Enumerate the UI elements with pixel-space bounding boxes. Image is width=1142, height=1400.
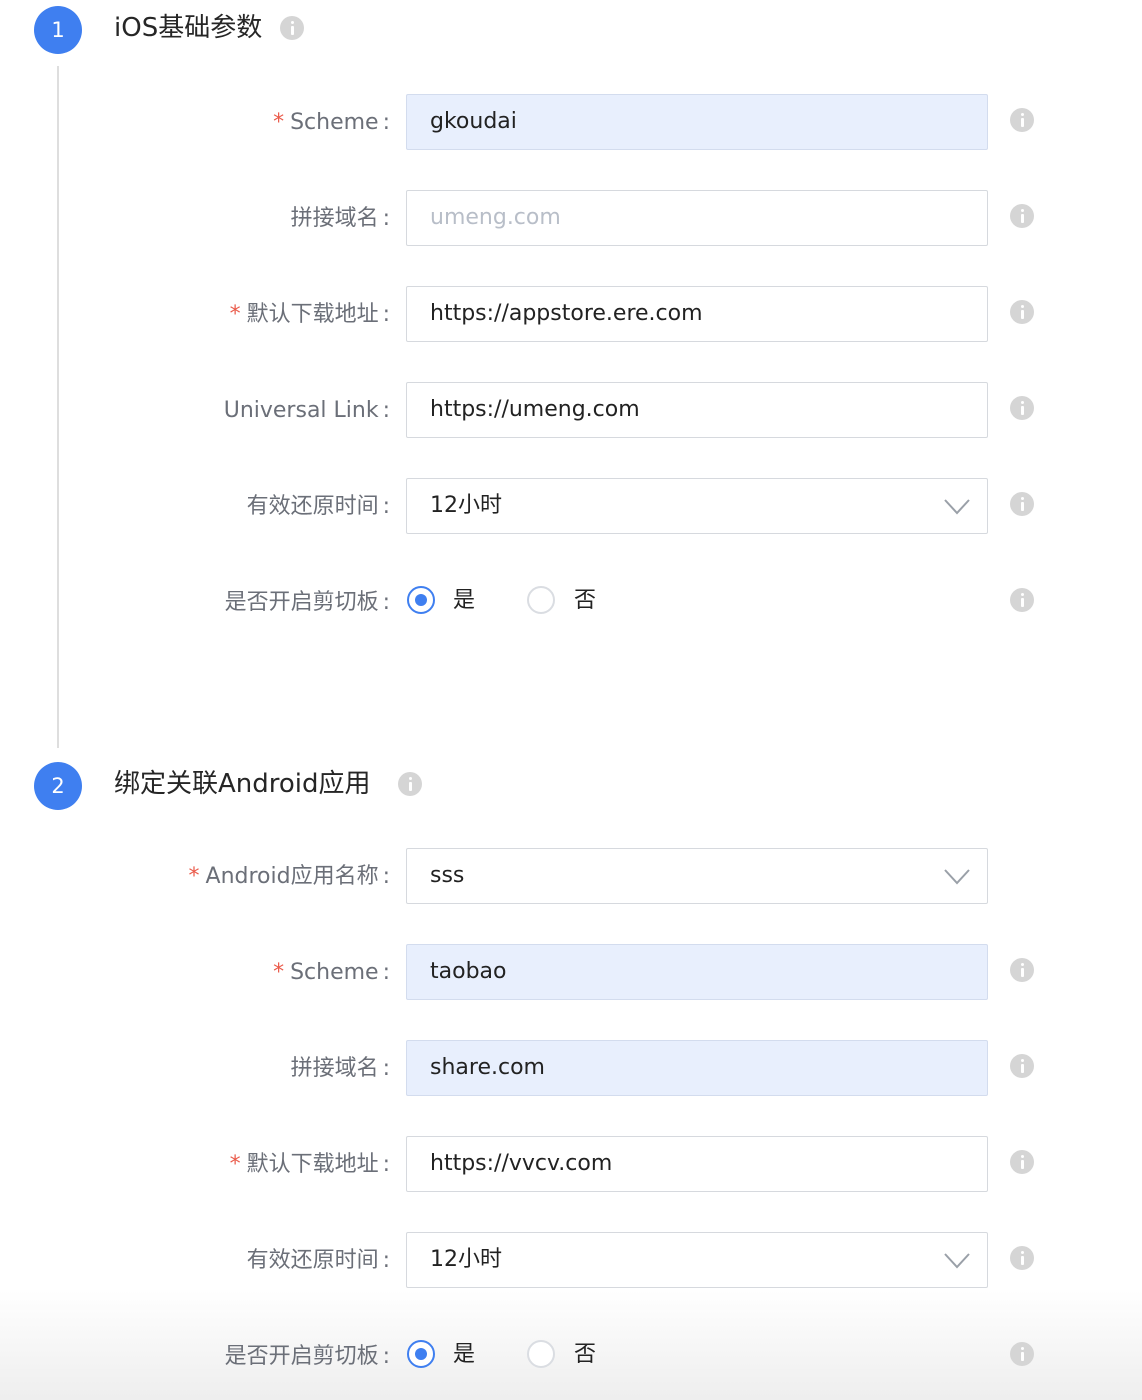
android-clipboard-yes-radio[interactable]: [407, 1340, 435, 1368]
android-download-url-label: * 默认下载地址:: [229, 1152, 390, 1177]
ios-domain-label: 拼接域名:: [290, 206, 390, 231]
chevron-down-icon: [944, 869, 970, 885]
ios-restore-time-label: 有效还原时间:: [246, 494, 390, 519]
android-clipboard-no-label[interactable]: 否: [574, 1340, 596, 1370]
universal-link-info-icon[interactable]: [1010, 396, 1034, 420]
android-clipboard-info-icon[interactable]: [1010, 1342, 1034, 1366]
android-restore-time-select[interactable]: 12小时: [406, 1232, 988, 1288]
section-1-title: iOS基础参数: [114, 13, 263, 43]
universal-link-label: Universal Link:: [223, 398, 390, 423]
chevron-down-icon: [944, 1253, 970, 1269]
android-clipboard-yes-label[interactable]: 是: [453, 1340, 475, 1370]
android-download-url-info-icon[interactable]: [1010, 1150, 1034, 1174]
android-domain-label: 拼接域名:: [290, 1056, 390, 1081]
android-scheme-label: * Scheme:: [273, 960, 390, 985]
ios-scheme-input[interactable]: gkoudai: [406, 94, 988, 150]
android-scheme-input[interactable]: taobao: [406, 944, 988, 1000]
step-2-badge: 2: [34, 762, 82, 810]
section-2-title: 绑定关联Android应用: [114, 769, 371, 799]
universal-link-input[interactable]: https://umeng.com: [406, 382, 988, 438]
ios-download-url-label: * 默认下载地址:: [229, 302, 390, 327]
chevron-down-icon: [944, 499, 970, 515]
android-app-name-label: * Android应用名称:: [188, 864, 390, 889]
ios-clipboard-yes-radio[interactable]: [407, 586, 435, 614]
android-clipboard-no-radio[interactable]: [527, 1340, 555, 1368]
ios-restore-time-select[interactable]: 12小时: [406, 478, 988, 534]
ios-download-url-info-icon[interactable]: [1010, 300, 1034, 324]
section-1-info-icon[interactable]: [280, 16, 304, 40]
android-app-name-select[interactable]: sss: [406, 848, 988, 904]
ios-scheme-info-icon[interactable]: [1010, 108, 1034, 132]
android-domain-info-icon[interactable]: [1010, 1054, 1034, 1078]
ios-scheme-label: * Scheme:: [273, 110, 390, 135]
ios-clipboard-yes-label[interactable]: 是: [453, 586, 475, 616]
ios-clipboard-label: 是否开启剪切板:: [224, 590, 390, 615]
ios-clipboard-no-label[interactable]: 否: [574, 586, 596, 616]
step-1-badge: 1: [34, 6, 82, 54]
ios-domain-input[interactable]: umeng.com: [406, 190, 988, 246]
android-scheme-info-icon[interactable]: [1010, 958, 1034, 982]
android-download-url-input[interactable]: https://vvcv.com: [406, 1136, 988, 1192]
ios-download-url-input[interactable]: https://appstore.ere.com: [406, 286, 988, 342]
ios-restore-time-info-icon[interactable]: [1010, 492, 1034, 516]
ios-clipboard-no-radio[interactable]: [527, 586, 555, 614]
android-restore-time-info-icon[interactable]: [1010, 1246, 1034, 1270]
android-restore-time-label: 有效还原时间:: [246, 1248, 390, 1273]
ios-domain-info-icon[interactable]: [1010, 204, 1034, 228]
android-domain-input[interactable]: share.com: [406, 1040, 988, 1096]
ios-clipboard-info-icon[interactable]: [1010, 588, 1034, 612]
android-clipboard-label: 是否开启剪切板:: [224, 1344, 390, 1369]
section-2-info-icon[interactable]: [398, 772, 422, 796]
